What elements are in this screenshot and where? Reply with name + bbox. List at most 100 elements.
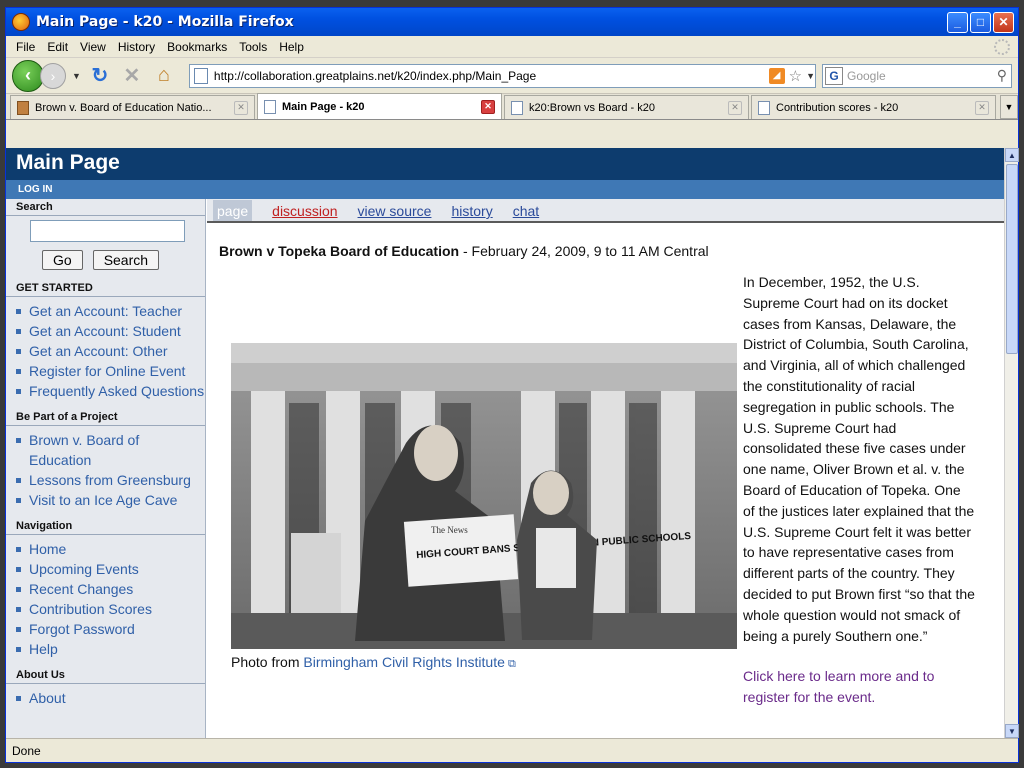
magnifier-icon[interactable]: ⚲	[997, 67, 1011, 84]
bullet-icon	[16, 498, 21, 503]
sidebar-item[interactable]: About	[16, 688, 205, 708]
tab-contribution-scores[interactable]: Contribution scores - k20 ✕	[751, 95, 996, 119]
tab-view-source[interactable]: view source	[358, 203, 432, 221]
tab-close-icon[interactable]: ✕	[234, 100, 248, 115]
login-link[interactable]: LOG IN	[18, 184, 52, 195]
sidebar-item[interactable]: Recent Changes	[16, 579, 205, 599]
sidebar-item[interactable]: Home	[16, 539, 205, 559]
caption-link[interactable]: Birmingham Civil Rights Institute	[303, 654, 505, 670]
address-bar[interactable]: http://collaboration.greatplains.net/k20…	[188, 63, 816, 88]
tab-close-icon[interactable]: ✕	[728, 100, 742, 115]
menu-view[interactable]: View	[76, 40, 114, 54]
tab-discussion[interactable]: discussion	[272, 203, 337, 221]
sidebar-heading-projects: Be Part of a Project	[6, 409, 205, 426]
sidebar-list-navigation: Home Upcoming Events Recent Changes Cont…	[6, 535, 205, 667]
tab-list-icon[interactable]: ▼	[1000, 95, 1018, 119]
sidebar-item[interactable]: Get an Account: Other	[16, 341, 205, 361]
reload-icon[interactable]: ↻	[87, 63, 113, 88]
browser-window: Main Page - k20 - Mozilla Firefox _ □ ✕ …	[5, 7, 1019, 763]
sidebar-item[interactable]: Forgot Password	[16, 619, 205, 639]
page-icon	[193, 67, 208, 84]
search-input[interactable]	[30, 220, 185, 242]
sidebar-item[interactable]: Visit to an Ice Age Cave	[16, 490, 205, 510]
sidebar-item-label[interactable]: Forgot Password	[29, 619, 135, 639]
menu-history[interactable]: History	[114, 40, 163, 54]
search-engine-box[interactable]: G Google ⚲	[822, 63, 1012, 88]
sidebar-item[interactable]: Get an Account: Teacher	[16, 301, 205, 321]
title-bar: Main Page - k20 - Mozilla Firefox _ □ ✕	[6, 8, 1018, 36]
sidebar-heading-search: Search	[6, 199, 205, 216]
sidebar-item-label[interactable]: Get an Account: Teacher	[29, 301, 182, 321]
main-content: page discussion view source history chat…	[207, 199, 1004, 738]
event-register-link[interactable]: Click here to learn more and to register…	[743, 666, 975, 708]
sidebar-item[interactable]: Brown v. Board of Education	[16, 430, 205, 470]
firefox-icon	[12, 13, 30, 31]
maximize-icon[interactable]: □	[970, 11, 991, 33]
scroll-thumb[interactable]	[1006, 164, 1018, 354]
sidebar-item[interactable]: Upcoming Events	[16, 559, 205, 579]
sidebar-item-label[interactable]: Lessons from Greensburg	[29, 470, 191, 490]
sidebar-search	[6, 216, 205, 246]
article-paragraph: In December, 1952, the U.S. Supreme Cour…	[743, 274, 975, 644]
sidebar-item[interactable]: Frequently Asked Questions	[16, 381, 205, 401]
bookmark-star-icon[interactable]: ☆	[785, 67, 806, 85]
sidebar-item-label[interactable]: Get an Account: Other	[29, 341, 168, 361]
sidebar-item-label[interactable]: Recent Changes	[29, 579, 133, 599]
sidebar-item-label[interactable]: Visit to an Ice Age Cave	[29, 490, 177, 510]
tab-brown-v-board[interactable]: Brown v. Board of Education Natio... ✕	[10, 95, 255, 119]
bullet-icon	[16, 567, 21, 572]
url-text[interactable]: http://collaboration.greatplains.net/k20…	[214, 69, 536, 83]
sidebar-item-label[interactable]: Register for Online Event	[29, 361, 185, 381]
close-icon[interactable]: ✕	[993, 11, 1014, 33]
vertical-scrollbar[interactable]: ▲ ▼	[1004, 148, 1019, 738]
sidebar-item-label[interactable]: Home	[29, 539, 66, 559]
tab-chat[interactable]: chat	[513, 203, 539, 221]
sidebar-item-label[interactable]: About	[29, 688, 66, 708]
menu-edit[interactable]: Edit	[43, 40, 76, 54]
sidebar-item[interactable]: Help	[16, 639, 205, 659]
page-title: Main Page	[6, 148, 1018, 180]
google-icon[interactable]: G	[825, 66, 843, 85]
sidebar-item-label[interactable]: Help	[29, 639, 58, 659]
article-text: In December, 1952, the U.S. Supreme Cour…	[743, 272, 975, 708]
bullet-icon	[16, 627, 21, 632]
history-dropdown-icon[interactable]: ▼	[72, 71, 81, 81]
tab-k20-brown-vs-board[interactable]: k20:Brown vs Board - k20 ✕	[504, 95, 749, 119]
external-link-icon: ⧉	[504, 658, 516, 670]
photo-caption: Photo from Birmingham Civil Rights Insti…	[231, 654, 516, 671]
page-favicon-icon	[264, 99, 276, 114]
search-button[interactable]: Search	[92, 250, 160, 270]
scroll-down-icon[interactable]: ▼	[1005, 724, 1019, 738]
sidebar-item[interactable]: Register for Online Event	[16, 361, 205, 381]
url-dropdown-icon[interactable]: ▼	[806, 71, 815, 81]
sidebar-item-label[interactable]: Get an Account: Student	[29, 321, 181, 341]
tab-close-icon[interactable]: ✕	[481, 99, 495, 114]
menu-help[interactable]: Help	[275, 40, 312, 54]
tab-close-icon[interactable]: ✕	[975, 100, 989, 115]
sidebar-item-label[interactable]: Contribution Scores	[29, 599, 152, 619]
site-favicon-icon	[17, 100, 29, 115]
rss-feed-icon[interactable]: ◢	[768, 67, 785, 84]
sidebar-item-label[interactable]: Brown v. Board of Education	[29, 430, 205, 470]
sidebar-item[interactable]: Lessons from Greensburg	[16, 470, 205, 490]
tab-history[interactable]: history	[451, 203, 492, 221]
sidebar-item[interactable]: Contribution Scores	[16, 599, 205, 619]
sidebar-item-label[interactable]: Frequently Asked Questions	[29, 381, 204, 401]
scroll-up-icon[interactable]: ▲	[1005, 148, 1019, 162]
tab-page[interactable]: page	[213, 200, 253, 221]
menu-tools[interactable]: Tools	[235, 40, 275, 54]
bullet-icon	[16, 547, 21, 552]
forward-arrow-icon[interactable]: ›	[40, 62, 66, 89]
menu-file[interactable]: File	[12, 40, 43, 54]
home-icon[interactable]: ⌂	[151, 64, 177, 87]
status-bar: Done	[6, 738, 1018, 762]
sidebar-item[interactable]: Get an Account: Student	[16, 321, 205, 341]
tab-main-page[interactable]: Main Page - k20 ✕	[257, 93, 502, 119]
minimize-icon[interactable]: _	[947, 11, 968, 33]
stop-icon[interactable]: ✕	[119, 63, 145, 88]
sidebar-item-label[interactable]: Upcoming Events	[29, 559, 139, 579]
search-engine-placeholder[interactable]: Google	[847, 69, 886, 83]
go-button[interactable]: Go	[42, 250, 83, 270]
menu-bookmarks[interactable]: Bookmarks	[163, 40, 235, 54]
bullet-icon	[16, 696, 21, 701]
